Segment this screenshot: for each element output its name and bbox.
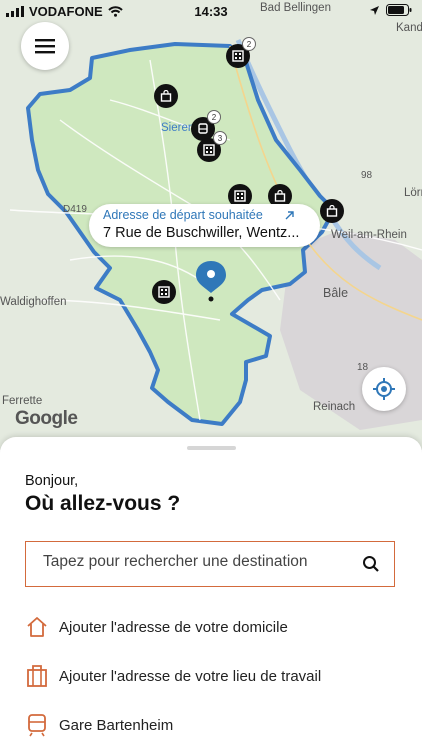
hamburger-icon (35, 39, 55, 54)
map-pin-icon (196, 261, 226, 302)
briefcase-icon (25, 664, 49, 688)
building-icon (158, 286, 170, 298)
menu-button[interactable] (21, 22, 69, 70)
shopping-bag-icon (326, 205, 338, 217)
bottom-sheet[interactable]: Bonjour, Où allez-vous ? Ajouter l'adres… (0, 437, 422, 750)
status-bar: VODAFONE 14:33 (0, 0, 422, 24)
map-label-town: Reinach (313, 401, 356, 413)
bus-icon (198, 123, 208, 134)
map-label-town: Ferrette (2, 395, 43, 407)
add-work-address-item[interactable]: Ajouter l'adresse de votre lieu de trava… (25, 661, 321, 691)
crosshair-icon (373, 378, 395, 400)
map-label-town: Lörrach (404, 187, 422, 199)
poi-building[interactable] (152, 280, 176, 304)
home-icon (25, 615, 49, 639)
poi-count-badge: 2 (207, 110, 221, 124)
poi-shop[interactable] (154, 84, 178, 108)
departure-address-tooltip[interactable]: Adresse de départ souhaitée 7 Rue de Bus… (89, 204, 320, 247)
poi-count-badge: 2 (242, 37, 256, 51)
building-icon (232, 50, 244, 62)
map-label-town: Waldighoffen (0, 296, 67, 308)
greeting: Bonjour, (25, 473, 79, 489)
shopping-bag-icon (160, 90, 172, 102)
departure-pin[interactable] (195, 259, 227, 308)
poi-building[interactable]: 2 (226, 37, 256, 68)
page-title: Où allez-vous ? (25, 492, 181, 515)
train-icon (25, 713, 49, 737)
poi-building[interactable]: 3 (197, 131, 227, 162)
add-work-address-label: Ajouter l'adresse de votre lieu de trava… (59, 667, 322, 685)
map-label-road: D419 (63, 204, 87, 215)
poi-shop[interactable] (320, 199, 344, 223)
location-arrow-icon (370, 5, 379, 15)
building-icon (234, 190, 246, 202)
google-attribution: Google (15, 408, 78, 429)
locate-me-button[interactable] (362, 367, 406, 411)
add-home-address-label: Ajouter l'adresse de votre domicile (59, 618, 288, 636)
building-icon (203, 144, 215, 156)
add-home-address-item[interactable]: Ajouter l'adresse de votre domicile (25, 612, 288, 642)
map-view[interactable]: VODAFONE 14:33 2 2 3 Sierentz Weil-am-Rh… (0, 0, 422, 450)
search-icon[interactable] (362, 555, 380, 573)
map-label-road: 98 (361, 170, 373, 181)
shopping-bag-icon (274, 190, 286, 202)
destination-search-box[interactable] (25, 541, 395, 587)
map-label-road: 18 (357, 362, 369, 373)
destination-search-input[interactable] (41, 552, 345, 572)
clock: 14:33 (194, 4, 228, 19)
map-label-town: Weil-am-Rhein (331, 229, 407, 241)
departure-label: Adresse de départ souhaitée (103, 208, 263, 222)
map-label-city: Bâle (323, 286, 349, 300)
drag-handle[interactable] (187, 446, 236, 450)
poi-count-badge: 3 (213, 131, 227, 145)
recent-place-item[interactable]: Gare Bartenheim (25, 710, 173, 740)
arrow-up-right-icon (285, 211, 294, 220)
departure-address: 7 Rue de Buschwiller, Wentz... (103, 225, 300, 241)
recent-place-label: Gare Bartenheim (59, 716, 174, 734)
battery-icon (386, 4, 412, 16)
